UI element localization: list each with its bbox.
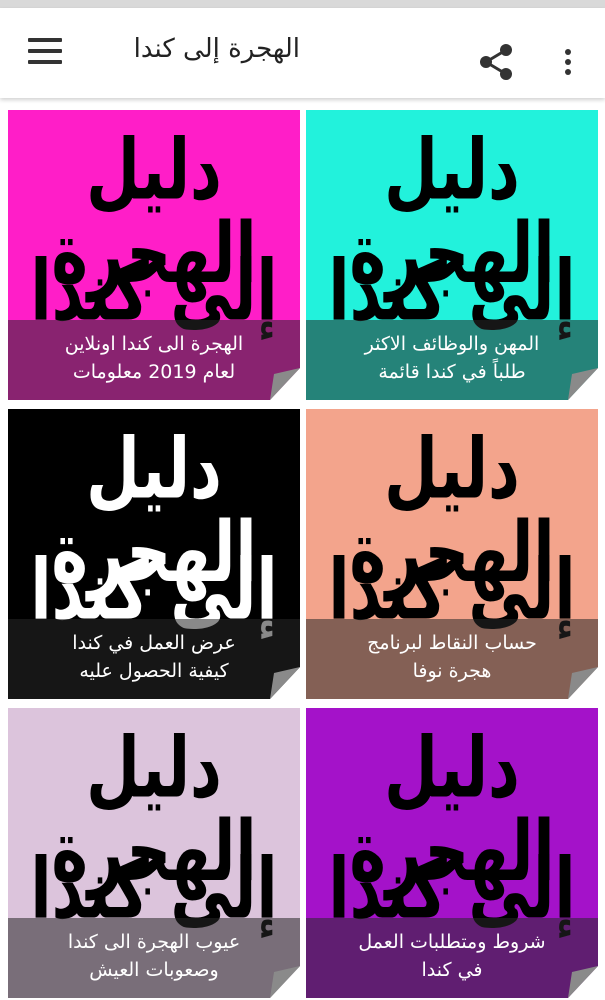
article-tile[interactable]: دليل الهجرة إلى كندا حساب النقاط لبرنامج…	[306, 409, 598, 699]
caption-line1: عيوب الهجرة الى كندا	[67, 931, 241, 953]
page-curl-icon	[568, 667, 598, 699]
tile-caption: الهجرة الى كندا اونلاين لعام 2019 معلوما…	[8, 320, 300, 400]
article-tile[interactable]: دليل الهجرة إلى كندا عيوب الهجرة الى كند…	[8, 708, 300, 998]
articles-grid: دليل الهجرة إلى كندا المهن والوظائف الاك…	[0, 98, 605, 1000]
page-curl-icon	[568, 966, 598, 998]
tile-cover-art: دليل الهجرة إلى كندا	[306, 708, 598, 931]
tile-cover-art: دليل الهجرة إلى كندا	[8, 708, 300, 931]
caption-line1: حساب النقاط لبرنامج	[367, 632, 537, 654]
tile-caption: عرض العمل في كندا كيفية الحصول عليه	[8, 619, 300, 699]
tile-cover-art: دليل الهجرة إلى كندا	[306, 110, 598, 333]
tile-cover-art: دليل الهجرة إلى كندا	[8, 110, 300, 333]
more-vert-icon[interactable]	[556, 42, 580, 82]
article-tile[interactable]: دليل الهجرة إلى كندا شروط ومتطلبات العمل…	[306, 708, 598, 998]
status-bar	[0, 0, 605, 8]
page-curl-icon	[270, 368, 300, 400]
caption-line1: الهجرة الى كندا اونلاين	[64, 333, 244, 355]
caption-line1: المهن والوظائف الاكثر	[364, 333, 540, 355]
caption-line2: كيفية الحصول عليه	[79, 660, 229, 682]
caption-line2: طلباً في كندا قائمة	[378, 361, 526, 383]
article-tile[interactable]: دليل الهجرة إلى كندا المهن والوظائف الاك…	[306, 110, 598, 400]
tile-caption: شروط ومتطلبات العمل في كندا	[306, 918, 598, 998]
page-curl-icon	[568, 368, 598, 400]
caption-line1: عرض العمل في كندا	[72, 632, 236, 654]
caption-line1: شروط ومتطلبات العمل	[358, 931, 546, 953]
page-curl-icon	[270, 966, 300, 998]
tile-cover-art: دليل الهجرة إلى كندا	[306, 409, 598, 632]
tile-caption: المهن والوظائف الاكثر طلباً في كندا قائم…	[306, 320, 598, 400]
caption-line2: في كندا	[421, 959, 483, 981]
tile-cover-art: دليل الهجرة إلى كندا	[8, 409, 300, 632]
caption-line2: لعام 2019 معلومات	[72, 361, 236, 383]
caption-line2: هجرة نوفا	[412, 660, 492, 682]
app-title: الهجرة إلى كندا	[133, 34, 300, 64]
tile-caption: حساب النقاط لبرنامج هجرة نوفا	[306, 619, 598, 699]
article-tile[interactable]: دليل الهجرة إلى كندا الهجرة الى كندا اون…	[8, 110, 300, 400]
caption-line2: وصعوبات العيش	[89, 959, 219, 981]
share-icon[interactable]	[476, 42, 516, 82]
app-bar: الهجرة إلى كندا	[0, 8, 605, 98]
article-tile[interactable]: دليل الهجرة إلى كندا عرض العمل في كندا ك…	[8, 409, 300, 699]
tile-caption: عيوب الهجرة الى كندا وصعوبات العيش	[8, 918, 300, 998]
hamburger-menu-icon[interactable]	[28, 38, 64, 68]
page-curl-icon	[270, 667, 300, 699]
